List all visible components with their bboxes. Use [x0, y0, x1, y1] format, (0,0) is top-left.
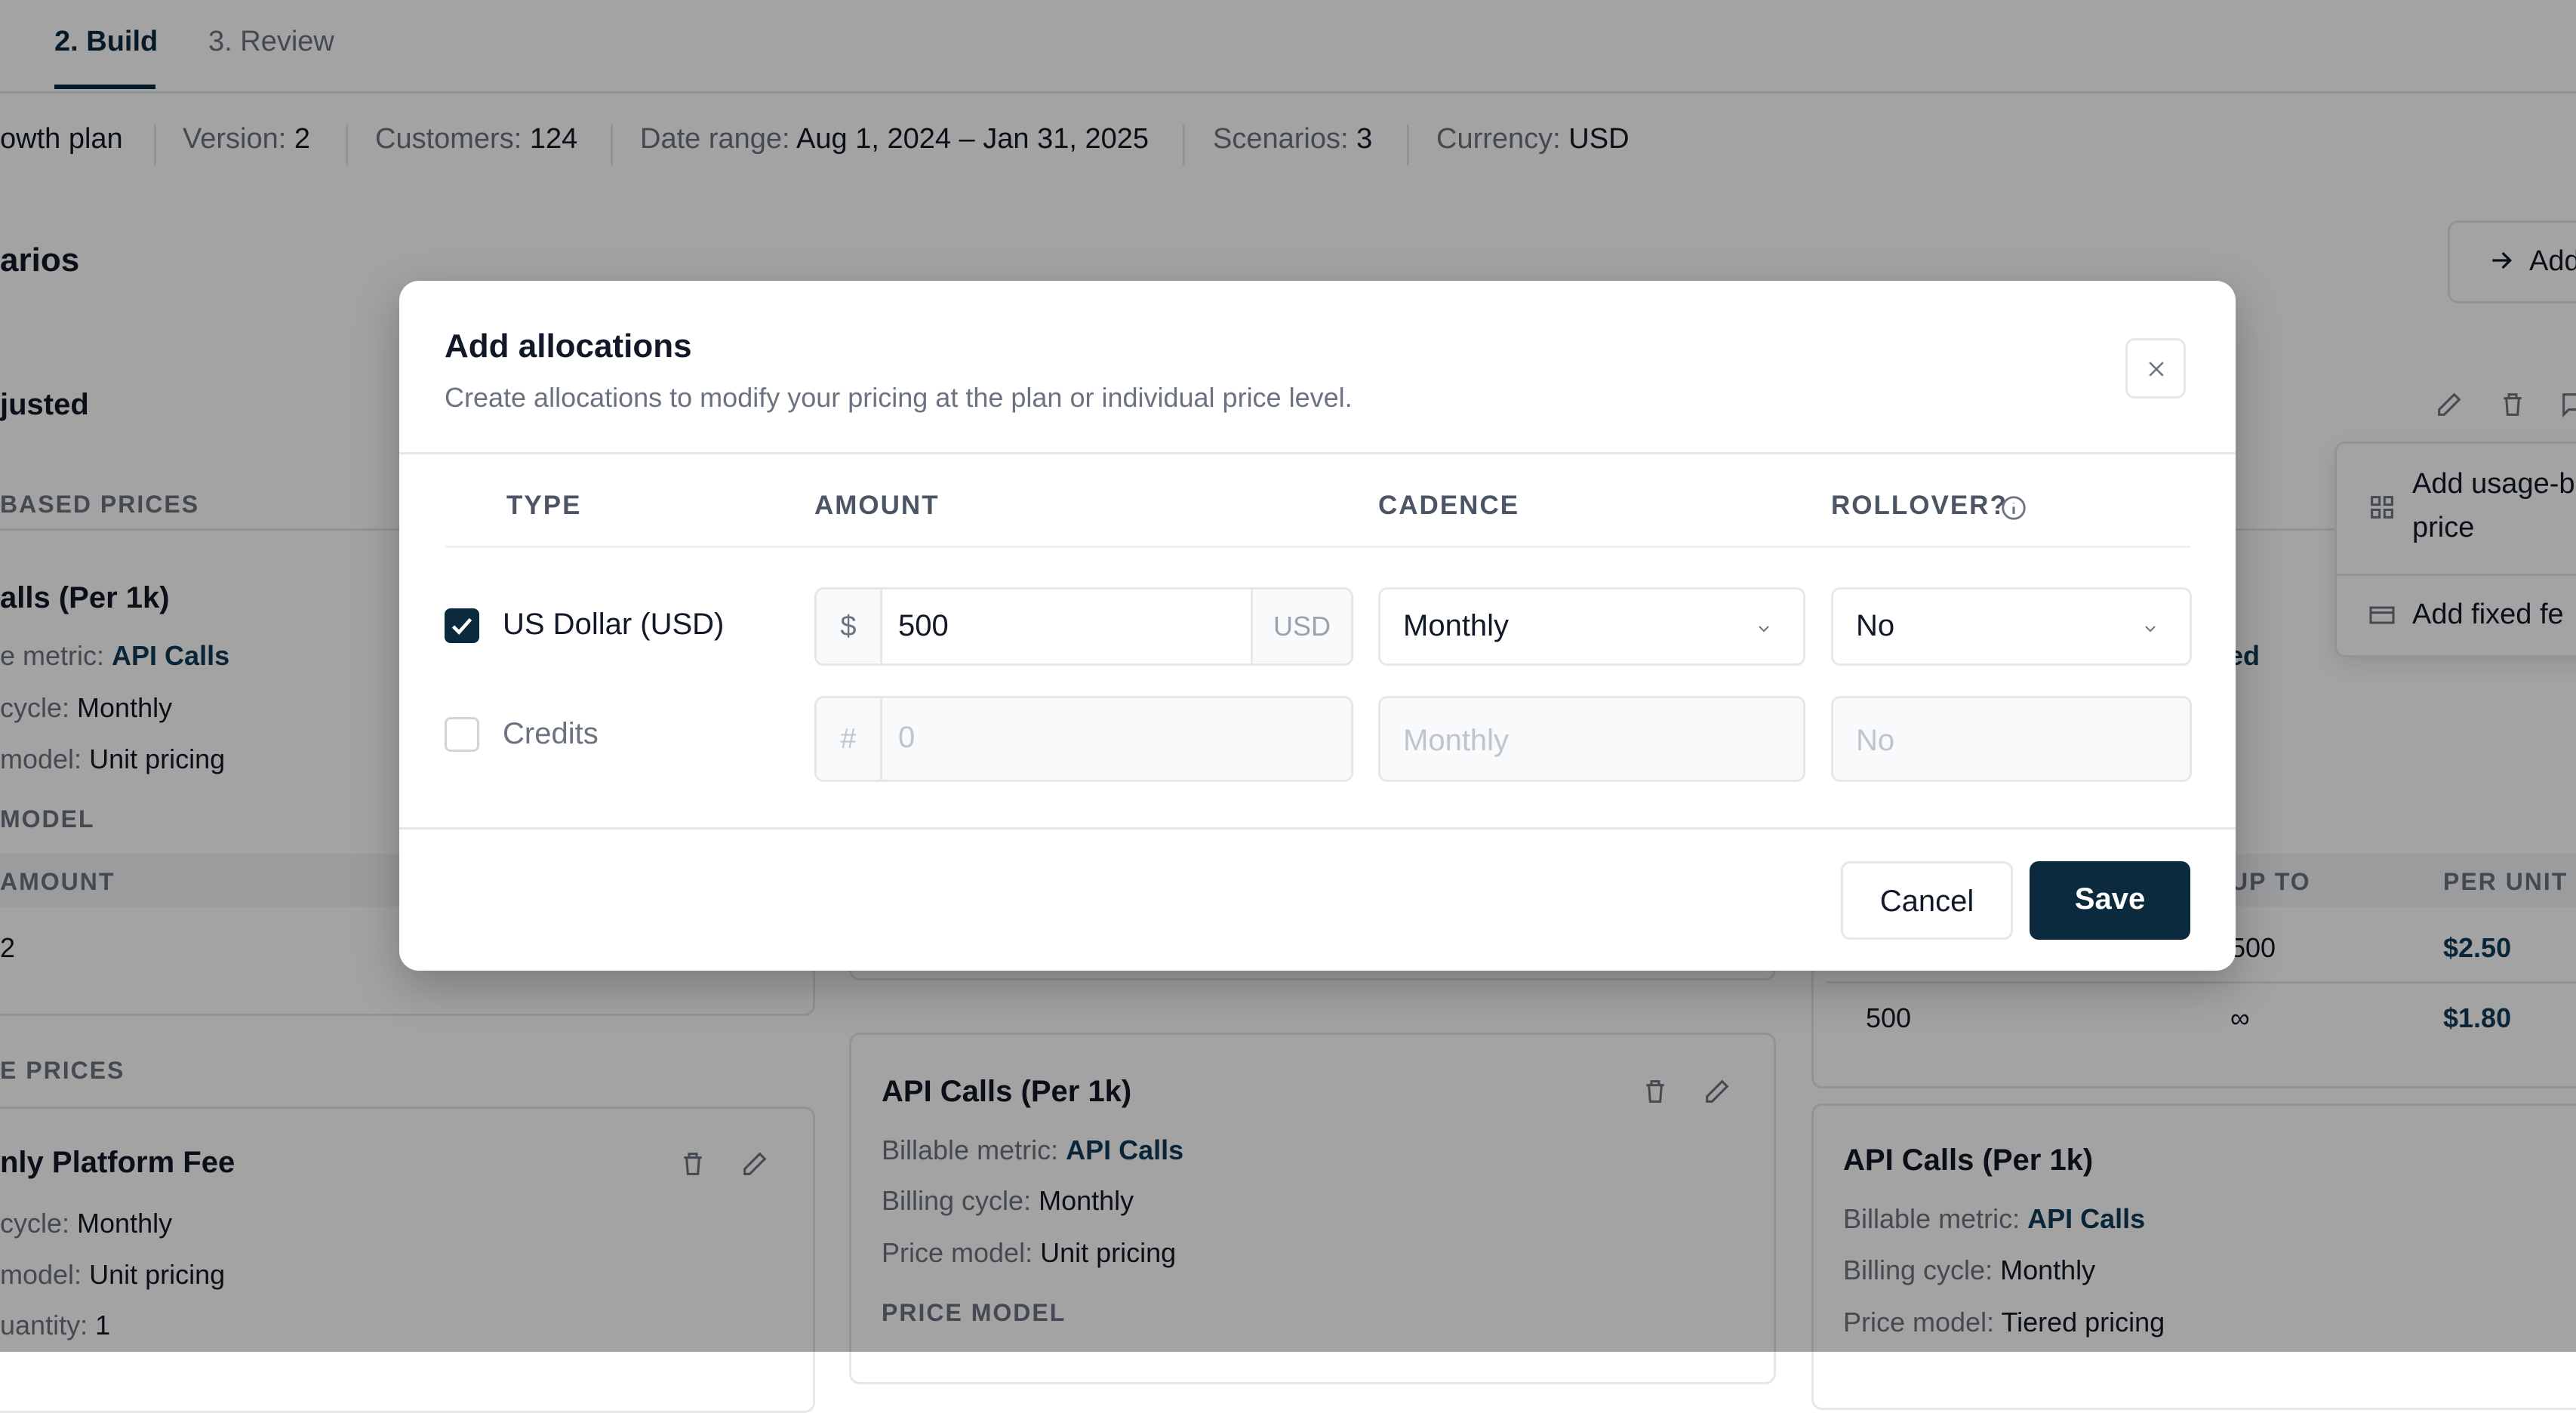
- close-icon: [2149, 362, 2164, 377]
- close-button[interactable]: [2125, 338, 2186, 399]
- credits-prefix: #: [817, 698, 882, 780]
- credits-amount-value: 0: [898, 721, 916, 754]
- info-icon[interactable]: [1999, 494, 2028, 522]
- usd-amount-value: 500: [898, 609, 949, 642]
- cancel-label: Cancel: [1879, 885, 1974, 918]
- credits-amount-input[interactable]: # 0: [814, 696, 1353, 782]
- cadence-column-header: CADENCE: [1378, 491, 1520, 520]
- usd-amount-input[interactable]: $ 500 USD: [814, 587, 1353, 666]
- rollover-value: No: [1856, 609, 1895, 642]
- currency-suffix: USD: [1251, 590, 1351, 663]
- credits-checkbox[interactable]: [445, 717, 479, 752]
- credits-cadence-select[interactable]: Monthly: [1378, 696, 1805, 782]
- usd-type-label: US Dollar (USD): [503, 608, 725, 641]
- cadence-value: Monthly: [1403, 609, 1510, 642]
- modal-subtitle: Create allocations to modify your pricin…: [445, 382, 1353, 413]
- usd-cadence-select[interactable]: Monthly: [1378, 587, 1805, 666]
- chevron-down-icon: [1759, 626, 1769, 633]
- modal-header-divider: [399, 452, 2236, 454]
- save-button[interactable]: Save: [2030, 861, 2190, 940]
- type-column-header: TYPE: [506, 491, 582, 520]
- usd-rollover-select[interactable]: No: [1831, 587, 2192, 666]
- table-header-divider: [445, 546, 2190, 548]
- rollover-column-header: ROLLOVER?: [1831, 491, 2008, 520]
- add-allocations-modal: Add allocations Create allocations to mo…: [399, 281, 2236, 971]
- check-icon: [451, 617, 472, 635]
- chevron-down-icon: [2145, 626, 2156, 633]
- cancel-button[interactable]: Cancel: [1841, 861, 2013, 940]
- credits-type-label: Credits: [503, 717, 599, 750]
- usd-checkbox[interactable]: [445, 608, 479, 643]
- modal-footer-divider: [399, 827, 2236, 830]
- amount-column-header: AMOUNT: [814, 491, 940, 520]
- currency-prefix: $: [817, 590, 882, 663]
- rollover-value: No: [1856, 724, 1895, 757]
- modal-title: Add allocations: [445, 328, 692, 365]
- save-label: Save: [2074, 882, 2146, 916]
- cadence-value: Monthly: [1403, 724, 1510, 757]
- credits-rollover-select[interactable]: No: [1831, 696, 2192, 782]
